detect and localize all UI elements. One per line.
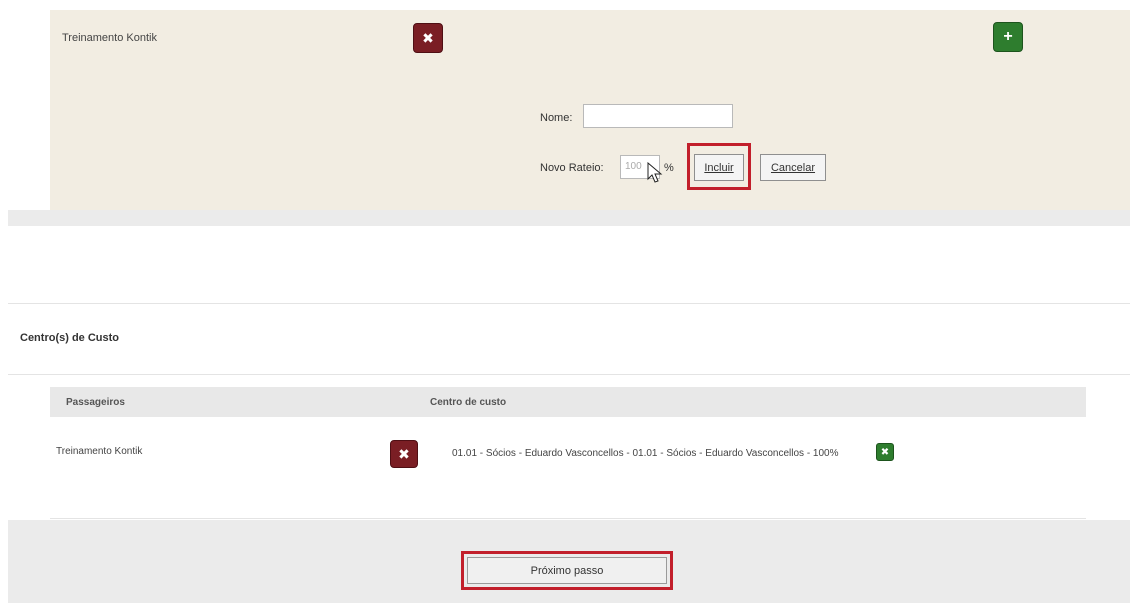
- remove-cost-center-button[interactable]: ✖: [390, 440, 418, 468]
- nome-input[interactable]: [583, 104, 733, 128]
- cancelar-button[interactable]: Cancelar: [760, 154, 826, 181]
- row-passenger: Treinamento Kontik: [56, 446, 143, 457]
- close-icon: ✖: [422, 29, 434, 46]
- divider: [8, 374, 1130, 375]
- row-divider: [50, 518, 1086, 519]
- percent-sign: %: [664, 162, 674, 174]
- edit-cost-center-button[interactable]: ✖: [876, 443, 894, 461]
- add-cost-center-button[interactable]: +: [993, 22, 1023, 52]
- passenger-name: Treinamento Kontik: [62, 32, 157, 44]
- close-icon: ✖: [398, 445, 410, 462]
- column-header-passageiros: Passageiros: [66, 397, 125, 408]
- mouse-cursor-icon: [647, 162, 663, 183]
- row-cost-center: 01.01 - Sócios - Eduardo Vasconcellos - …: [452, 448, 839, 459]
- section-title: Centro(s) de Custo: [20, 332, 119, 344]
- remove-passenger-button[interactable]: ✖: [413, 23, 443, 53]
- nome-label: Nome:: [540, 112, 573, 124]
- rateio-label: Novo Rateio:: [540, 162, 604, 174]
- table-header: [50, 387, 1086, 417]
- panel-bottom-strip: [8, 210, 1130, 226]
- column-header-centro-de-custo: Centro de custo: [430, 397, 507, 408]
- close-icon: ✖: [880, 446, 890, 458]
- incluir-button[interactable]: Incluir: [694, 154, 744, 181]
- plus-icon: +: [1003, 28, 1013, 45]
- next-step-button[interactable]: Próximo passo: [467, 557, 667, 584]
- divider: [8, 303, 1130, 304]
